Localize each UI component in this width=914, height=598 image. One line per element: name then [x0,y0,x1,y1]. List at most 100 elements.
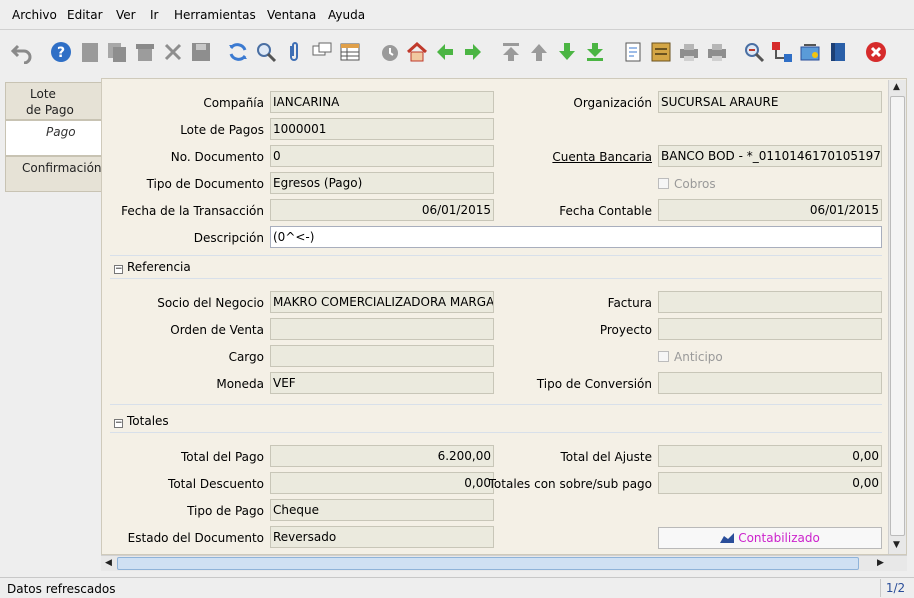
menu-ayuda[interactable]: Ayuda [328,8,365,22]
menu-editar[interactable]: Editar [67,8,103,22]
svg-text:?: ? [57,45,65,61]
moneda-field[interactable]: VEF [270,372,494,394]
totales-divider-bottom [110,432,882,433]
estado-documento-field[interactable]: Reversado [270,526,494,548]
vertical-scroll-thumb[interactable] [890,96,905,536]
scroll-up-icon[interactable]: ▲ [893,82,900,92]
proyecto-field[interactable] [658,318,882,340]
horizontal-scroll-thumb[interactable] [117,557,859,570]
home-icon[interactable] [405,40,429,64]
total-pago-field[interactable]: 6.200,00 [270,445,494,467]
organizacion-field[interactable]: SUCURSAL ARAURE [658,91,882,113]
history-icon[interactable] [378,40,402,64]
factura-label: Factura [607,296,652,310]
chart-icon [720,533,735,543]
new-record-icon[interactable] [78,40,102,64]
report-icon[interactable] [621,40,645,64]
refresh-icon[interactable] [226,40,250,64]
undo-icon[interactable] [10,40,34,64]
tipo-conversion-field[interactable] [658,372,882,394]
toolbar: ? [0,30,914,76]
grid-toggle-icon[interactable] [338,40,362,64]
archive-icon[interactable] [133,40,157,64]
referencia-section-title: Referencia [127,260,191,274]
organizacion-label: Organización [573,96,652,110]
lote-pagos-field[interactable]: 1000001 [270,118,494,140]
fecha-contable-label: Fecha Contable [559,204,652,218]
workflow-icon[interactable] [770,40,794,64]
horizontal-scrollbar[interactable]: ◀ ▶ [101,555,907,571]
menu-ventana[interactable]: Ventana [267,8,316,22]
cargo-field[interactable] [270,345,494,367]
tipo-pago-label: Tipo de Pago [187,504,264,518]
fecha-transaccion-label: Fecha de la Transacción [121,204,264,218]
tab-confirmacion-label: Confirmación [22,161,102,175]
descripcion-label: Descripción [193,231,264,245]
cuenta-bancaria-field[interactable]: BANCO BOD - *_01101461701051973079 [658,145,882,167]
last-record-icon[interactable] [583,40,607,64]
totales-sobre-sub-field[interactable]: 0,00 [658,472,882,494]
socio-negocio-field[interactable]: MAKRO COMERCIALIZADORA MARGARI [270,291,494,313]
totales-section-header[interactable]: − Totales [114,414,169,428]
scroll-left-icon[interactable]: ◀ [105,558,112,568]
forward-icon[interactable] [461,40,485,64]
cobros-checkbox[interactable]: Cobros [658,177,716,191]
cobros-checkbox-box [658,178,669,189]
print-icon[interactable] [705,40,729,64]
no-documento-field[interactable]: 0 [270,145,494,167]
menu-ir[interactable]: Ir [150,8,158,22]
first-record-icon[interactable] [499,40,523,64]
save-icon[interactable] [189,40,213,64]
request-icon[interactable] [798,40,822,64]
contabilizado-label: Contabilizado [738,531,820,545]
cobros-label: Cobros [674,177,716,191]
attachment-icon[interactable] [282,40,306,64]
tipo-conversion-label: Tipo de Conversión [536,377,652,391]
tab-pago[interactable]: Pago [5,120,101,156]
menu-bar: Archivo Editar Ver Ir Herramientas Venta… [0,0,914,30]
find-icon[interactable] [254,40,278,64]
cargo-label: Cargo [228,350,264,364]
tab-lote-de-pago[interactable]: Lote de Pago [5,82,101,120]
delete-icon[interactable] [161,40,185,64]
menu-ver[interactable]: Ver [116,8,136,22]
lote-pagos-label: Lote de Pagos [180,123,264,137]
scroll-down-icon[interactable]: ▼ [893,540,900,550]
menu-herramientas[interactable]: Herramientas [174,8,256,22]
scroll-right-icon[interactable]: ▶ [877,558,884,568]
next-record-icon[interactable] [555,40,579,64]
zoom-across-icon[interactable] [742,40,766,64]
factura-field[interactable] [658,291,882,313]
descripcion-field[interactable]: (0^<-) [270,226,882,248]
previous-record-icon[interactable] [527,40,551,64]
tab-lote-line1: Lote [30,87,56,101]
record-form: Compañía IANCARINA Organización SUCURSAL… [101,78,907,555]
fecha-transaccion-field[interactable]: 06/01/2015 [270,199,494,221]
tipo-documento-field[interactable]: Egresos (Pago) [270,172,494,194]
fecha-contable-field[interactable]: 06/01/2015 [658,199,882,221]
contabilizado-button[interactable]: Contabilizado [658,527,882,549]
referencia-divider-bottom [110,278,882,279]
record-page-indicator[interactable]: 1/2 [880,579,910,597]
compania-field[interactable]: IANCARINA [270,91,494,113]
total-ajuste-field[interactable]: 0,00 [658,445,882,467]
archived-docs-icon[interactable] [649,40,673,64]
vertical-scrollbar[interactable]: ▲ ▼ [888,80,906,554]
tipo-pago-field[interactable]: Cheque [270,499,494,521]
close-window-icon[interactable] [864,40,888,64]
total-descuento-field[interactable]: 0,00 [270,472,494,494]
referencia-section-header[interactable]: − Referencia [114,260,191,274]
orden-venta-field[interactable] [270,318,494,340]
product-info-icon[interactable] [826,40,850,64]
socio-negocio-label: Socio del Negocio [157,296,264,310]
total-descuento-label: Total Descuento [168,477,264,491]
copy-record-icon[interactable] [105,40,129,64]
chat-icon[interactable] [310,40,334,64]
help-icon[interactable]: ? [49,40,73,64]
tab-confirmacion[interactable]: Confirmación [5,156,102,192]
menu-archivo[interactable]: Archivo [12,8,57,22]
print-preview-icon[interactable] [677,40,701,64]
anticipo-checkbox[interactable]: Anticipo [658,350,723,364]
proyecto-label: Proyecto [599,323,652,337]
back-icon[interactable] [433,40,457,64]
